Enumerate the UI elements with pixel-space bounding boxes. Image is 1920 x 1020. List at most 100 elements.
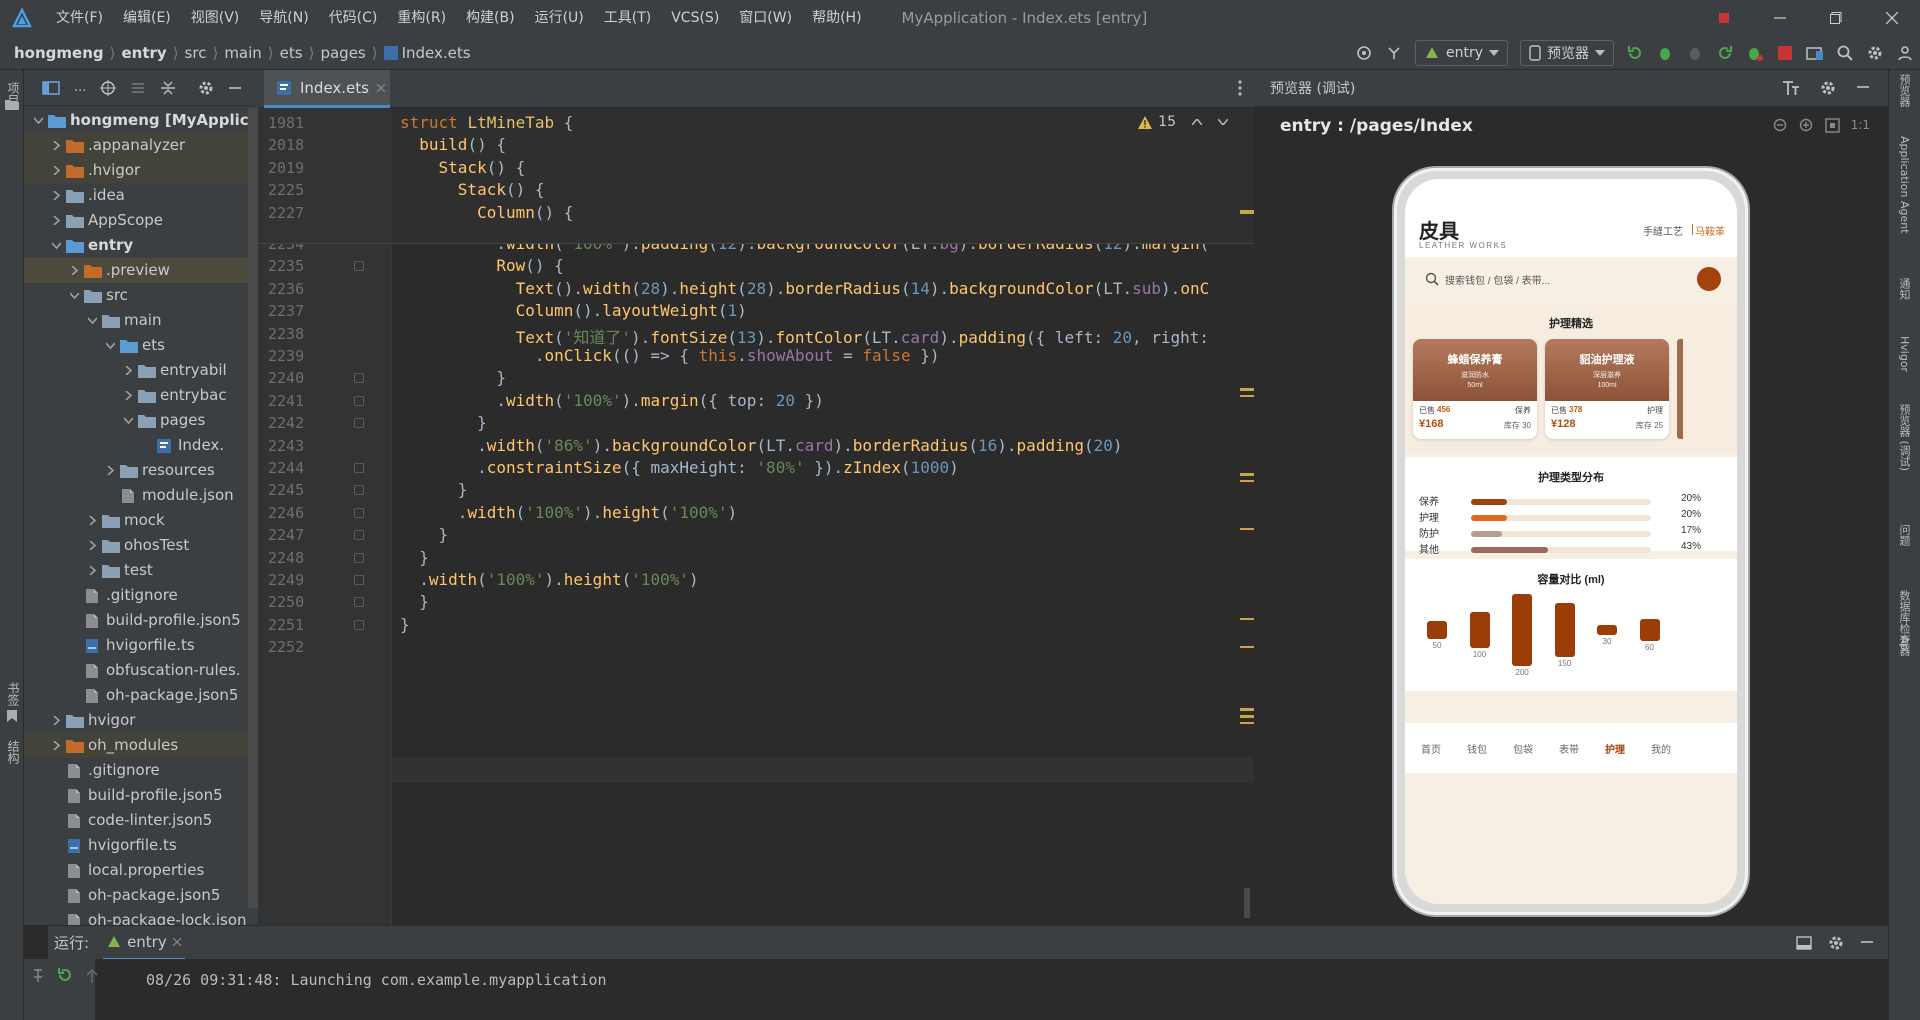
font-size-icon[interactable] — [1782, 80, 1800, 96]
code-line[interactable]: Text('知道了').fontSize(13).fontColor(LT.ca… — [400, 324, 1209, 348]
code-line[interactable]: Row() { — [400, 256, 563, 275]
tree-item[interactable]: src — [24, 283, 258, 308]
code-line[interactable]: Stack() { — [400, 158, 526, 177]
code-line[interactable]: } — [400, 615, 410, 634]
code-line[interactable]: .width('100%').height('100%') — [400, 503, 737, 522]
chevron-right-icon[interactable] — [52, 166, 61, 175]
chevron-right-icon[interactable] — [52, 716, 61, 725]
tree-item[interactable]: AppScope — [24, 208, 258, 233]
avatar[interactable] — [1697, 267, 1721, 291]
tree-item[interactable]: entryabil — [24, 358, 258, 383]
locate-icon[interactable] — [100, 79, 117, 96]
tree-item[interactable]: local.properties — [24, 858, 258, 883]
breadcrumb-item[interactable]: ets — [280, 44, 303, 62]
menu-item[interactable]: 视图(V) — [181, 0, 250, 36]
code-line[interactable]: Column() { — [400, 203, 573, 222]
code-line[interactable]: .width('100%').margin({ top: 20 }) — [400, 391, 824, 410]
fold-marker-icon[interactable] — [354, 575, 364, 585]
right-tool-button[interactable]: 预览器 (调试) — [1895, 404, 1913, 471]
bug-tool-icon[interactable] — [1379, 38, 1409, 68]
bottom-nav-item[interactable]: 表带 — [1546, 741, 1592, 756]
close-tab-icon[interactable] — [172, 937, 181, 946]
product-card[interactable]: 貂油护理液 深层滋养 100ml 已售 378 护理 ¥128 库存 25 — [1545, 339, 1669, 439]
tree-item[interactable]: ohosTest — [24, 533, 258, 558]
search-icon[interactable] — [1830, 38, 1860, 68]
pin-icon[interactable] — [32, 969, 44, 983]
device-manager-icon[interactable] — [1800, 38, 1830, 68]
marker[interactable] — [1240, 528, 1254, 530]
tree-item[interactable]: test — [24, 558, 258, 583]
run-console[interactable]: 08/26 09:31:48: Launching com.example.my… — [24, 959, 1888, 1020]
tree-item[interactable]: code-linter.json5 — [24, 808, 258, 833]
chevron-down-icon[interactable] — [52, 241, 61, 250]
maximize-button[interactable] — [1808, 0, 1864, 36]
code-line[interactable]: } — [400, 592, 429, 611]
code-line[interactable]: } — [400, 525, 449, 544]
attach-debugger-icon[interactable] — [1680, 38, 1710, 68]
chevron-down-icon[interactable] — [1218, 119, 1228, 125]
tree-item[interactable]: hvigorfile.ts — [24, 833, 258, 858]
marker[interactable] — [1240, 473, 1254, 476]
tree-item[interactable]: resources — [24, 458, 258, 483]
right-tool-button[interactable]: Hvigor — [1895, 336, 1913, 372]
zoom-out-icon[interactable] — [1773, 118, 1789, 134]
structure-tool-button[interactable]: 结构 — [5, 740, 22, 764]
bottom-nav-item[interactable]: 包袋 — [1500, 741, 1546, 756]
code-line[interactable]: Text().width(28).height(28).borderRadius… — [400, 279, 1210, 298]
breadcrumb-item[interactable]: pages — [320, 44, 365, 62]
run-tab-entry[interactable]: entry — [103, 926, 185, 960]
chevron-down-icon[interactable] — [106, 341, 115, 350]
hide-panel-icon[interactable] — [1856, 80, 1870, 94]
code-line[interactable]: Stack() { — [400, 180, 545, 199]
menu-item[interactable]: 导航(N) — [249, 0, 318, 36]
collapse-all-icon[interactable] — [160, 80, 176, 96]
menu-item[interactable]: 窗口(W) — [729, 0, 802, 36]
project-view-icon[interactable] — [42, 80, 60, 95]
device-select[interactable]: 预览器 — [1520, 40, 1614, 66]
fold-marker-icon[interactable] — [354, 418, 364, 429]
tree-item[interactable]: mock — [24, 508, 258, 533]
bookmarks-tool-button[interactable]: 书签 — [5, 682, 22, 706]
breadcrumb-item[interactable]: hongmeng — [14, 44, 104, 62]
error-stripe[interactable] — [1232, 108, 1254, 925]
search-bar[interactable]: 搜索钱包 / 包袋 / 表带... — [1419, 261, 1723, 297]
tree-item[interactable]: pages — [24, 408, 258, 433]
account-icon[interactable] — [1890, 38, 1920, 68]
code-line[interactable]: .width('86%').backgroundColor(LT.card).b… — [400, 436, 1122, 455]
inspection-widget[interactable]: 15 — [1138, 114, 1228, 130]
menu-item[interactable]: 运行(U) — [525, 0, 594, 36]
fold-marker-icon[interactable] — [354, 463, 364, 473]
tree-item[interactable]: main — [24, 308, 258, 333]
chevron-down-icon[interactable] — [34, 116, 43, 125]
expand-all-icon[interactable] — [130, 80, 146, 96]
chevron-right-icon[interactable] — [52, 191, 61, 200]
tree-item[interactable]: Index. — [24, 433, 258, 458]
fold-marker-icon[interactable] — [354, 373, 364, 384]
chevron-right-icon[interactable] — [52, 216, 61, 225]
marker[interactable] — [1240, 395, 1254, 397]
chevron-down-icon[interactable] — [124, 416, 133, 425]
fold-marker-icon[interactable] — [354, 485, 364, 496]
search-input[interactable]: 搜索钱包 / 包袋 / 表带... — [1445, 272, 1550, 287]
actual-size-button[interactable]: 1:1 — [1851, 118, 1870, 134]
chevron-right-icon[interactable] — [124, 366, 133, 375]
minimize-button[interactable] — [1752, 0, 1808, 36]
bottom-nav-item[interactable]: 我的 — [1638, 741, 1684, 756]
fold-marker-icon[interactable] — [354, 395, 364, 406]
code-line[interactable]: .constraintSize({ maxHeight: '80%' }).zI… — [400, 458, 959, 477]
tree-item[interactable]: obfuscation-rules. — [24, 658, 258, 683]
chevron-right-icon[interactable] — [88, 566, 97, 575]
right-tool-button[interactable]: Application Agent — [1895, 136, 1913, 234]
code-line[interactable]: .width('100%').height('100%') — [400, 570, 698, 589]
fit-screen-icon[interactable] — [1824, 118, 1841, 134]
fold-marker-icon[interactable] — [354, 619, 364, 630]
bottom-nav-item[interactable]: 护理 — [1592, 741, 1638, 756]
profile-icon[interactable] — [1740, 38, 1770, 68]
breadcrumb-item[interactable]: Index.ets — [402, 44, 471, 62]
marker[interactable] — [1240, 480, 1254, 482]
tree-item[interactable]: hvigorfile.ts — [24, 633, 258, 658]
tree-item[interactable]: .gitignore — [24, 583, 258, 608]
menu-item[interactable]: 编辑(E) — [113, 0, 181, 36]
hide-panel-icon[interactable] — [228, 81, 242, 95]
gear-icon[interactable] — [198, 80, 214, 96]
